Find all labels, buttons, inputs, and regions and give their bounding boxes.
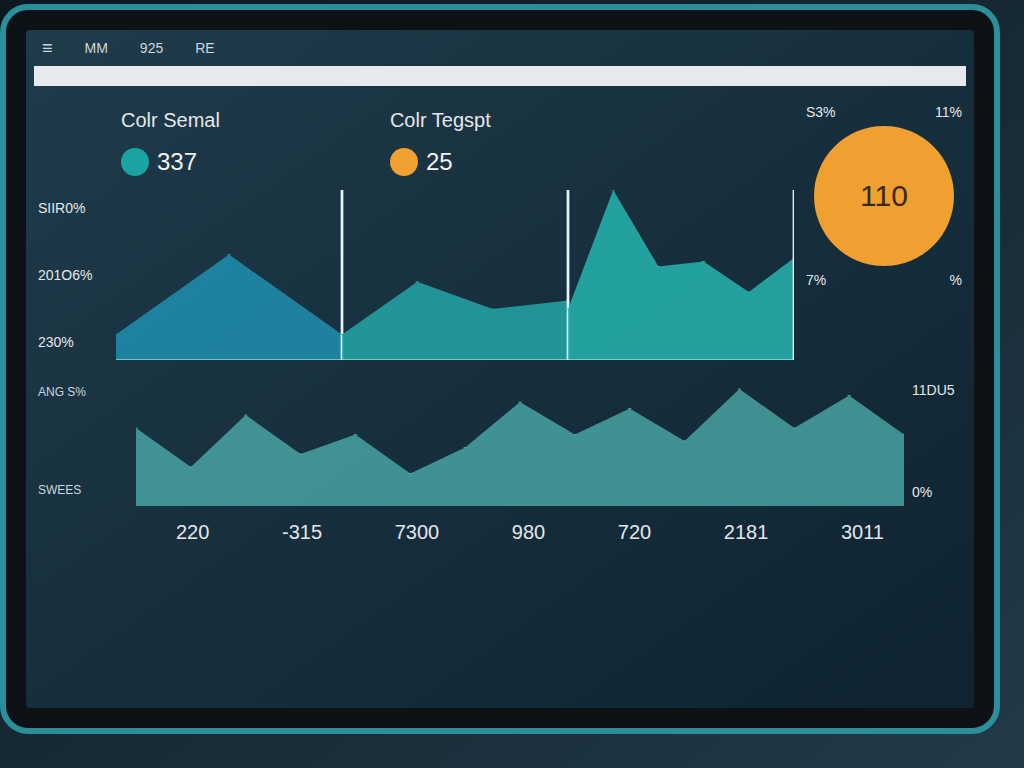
wave-fill [136,389,904,506]
left-column: Colr Semal 337 Colr Tegspt 25 SIIR0% 201O6% 23… [26,86,794,360]
x-tick: 720 [618,518,651,546]
gauge-circle[interactable]: 110 [814,126,954,266]
wave-chart: ANG S% SWEES 11DU5 0% [26,376,974,506]
card-value-row: 337 [121,146,220,178]
data-point [415,281,419,282]
menu-button[interactable]: ≡ [42,34,53,62]
address-strip [34,66,966,86]
wave-label: 11DU5 [912,380,974,400]
data-point [682,440,687,442]
x-tick: 980 [512,518,545,546]
x-axis: 220 -315 7300 980 720 2181 3011 [26,506,974,546]
stat-card[interactable]: Colr Tegspt 25 [390,106,491,178]
area-series [566,190,794,360]
x-tick: -315 [282,518,322,546]
wave-labels: ANG S% SWEES [26,376,136,506]
card-title: Colr Semal [121,106,220,134]
data-point [227,254,231,255]
nav-item[interactable]: RE [195,38,214,58]
x-tick: 220 [176,518,209,546]
cards-row: Colr Semal 337 Colr Tegspt 25 [26,86,794,190]
data-point [702,261,706,262]
divider [793,190,794,360]
area-fill [568,190,794,360]
data-point [408,472,413,474]
data-point [116,334,118,335]
gauge-label: % [950,270,962,290]
data-point [340,334,344,335]
gauge-panel: S3% 11% 110 7%% [794,86,974,360]
area-fill [116,255,342,360]
data-point [792,427,797,429]
data-point [136,427,138,429]
gauge-label: 11% [935,102,962,122]
y-tick: 201O6% [38,265,116,285]
data-point [656,266,660,267]
data-point [847,394,852,396]
nav-item[interactable]: MM [85,38,108,58]
gauge-value: 110 [860,178,908,214]
data-point [243,414,248,416]
area-series [340,190,570,360]
card-value-row: 25 [390,146,491,178]
area-series [116,190,344,360]
data-point [573,433,578,435]
data-point [353,433,358,435]
status-dot [390,148,418,176]
wave-label: SWEES [38,482,136,498]
card-value: 25 [426,146,453,178]
wave-label: ANG S% [38,384,136,400]
data-point [747,291,751,292]
y-axis: SIIR0% 201O6% 230% [26,190,116,360]
data-point [566,308,570,309]
data-point [189,466,194,468]
gauge-label: S3% [806,102,836,122]
gauge-top-labels: S3% 11% [794,102,974,122]
stat-card[interactable]: Colr Semal 337 [121,106,220,178]
data-point [737,388,742,390]
top-section: Colr Semal 337 Colr Tegspt 25 SIIR0% 201O6% 23… [26,86,974,360]
area-chart: SIIR0% 201O6% 230% [26,190,794,360]
data-point [627,407,632,409]
y-tick: 230% [38,332,116,352]
card-value: 337 [157,146,197,178]
card-title: Colr Tegspt [390,106,491,134]
data-point [463,446,468,448]
x-tick: 2181 [724,518,769,546]
y-tick: SIIR0% [38,198,116,218]
data-point [611,190,615,191]
page: ≡ MM 925 RE Colr Semal 337 Colr Tegspt 25 SIIR0%… [0,0,1024,768]
area-fill [342,282,568,360]
screen: ≡ MM 925 RE Colr Semal 337 Colr Tegspt 25 SIIR0%… [26,30,974,708]
gauge-bottom-labels: 7%% [794,270,974,290]
divider [341,190,344,360]
gauge-label: 7% [806,270,826,290]
data-point [902,433,904,435]
wave-right-labels: 11DU5 0% [904,376,974,506]
data-point [298,453,303,455]
nav-bar: ≡ MM 925 RE [26,30,974,66]
wave-plot [136,376,904,506]
wave-label: 0% [912,482,974,502]
data-point [340,334,344,335]
area-plot [116,190,794,360]
monitor: ≡ MM 925 RE Colr Semal 337 Colr Tegspt 25 SIIR0%… [0,4,1000,734]
data-point [491,308,495,309]
status-dot [121,148,149,176]
data-point [518,401,523,403]
nav-item[interactable]: 925 [140,38,163,58]
x-tick: 7300 [395,518,440,546]
x-tick: 3011 [841,518,884,546]
